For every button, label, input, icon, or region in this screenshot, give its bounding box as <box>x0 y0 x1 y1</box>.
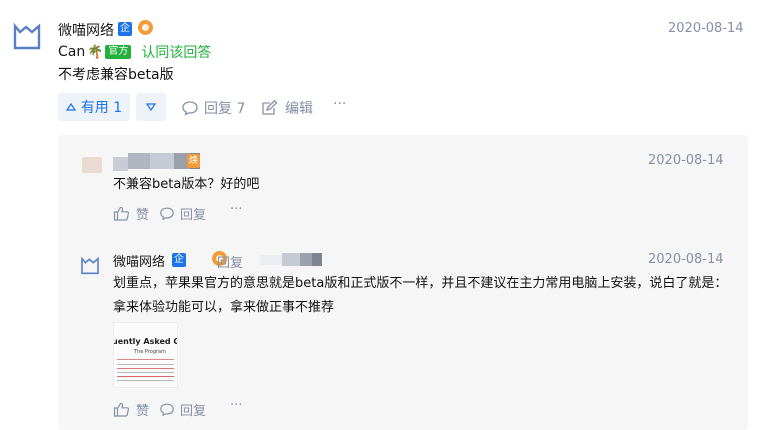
upvote-button[interactable]: 有用 1 <box>58 93 130 121</box>
endorse-line: Can 🌴 官方 认同该回答 <box>58 42 211 62</box>
reply-2-more-button[interactable]: ··· <box>230 398 242 413</box>
official-tag: 官方 <box>105 45 132 59</box>
reply-1-content: 不兼容beta版本？好的吧 <box>113 177 260 192</box>
reply-to-label: 回复 <box>217 256 244 271</box>
reply-2-content: 划重点，苹果果官方的意思就是beta版和正式版不一样，并且不建议在主力常用电脑上… <box>113 276 728 315</box>
reply-label: 回复 <box>180 208 207 223</box>
palm-tree-icon: 🌴 <box>87 44 104 60</box>
comment-date: 2020-08-14 <box>668 21 744 36</box>
reply-label: 回复 <box>180 404 207 419</box>
cat-logo-icon <box>81 256 99 275</box>
enterprise-badge: 企 <box>118 22 132 36</box>
enterprise-badge: 企 <box>172 253 186 267</box>
more-options-button[interactable]: ··· <box>333 96 346 112</box>
reply-1-like-button[interactable]: 赞 <box>113 204 149 223</box>
triangle-down-icon <box>146 103 156 111</box>
reply-1-date: 2020-08-14 <box>648 153 724 168</box>
reply-2-attached-image[interactable]: uently Asked Quest The Program <box>113 322 178 388</box>
author-name[interactable]: 微喵网络 <box>58 20 114 40</box>
reply-2-date: 2020-08-14 <box>648 252 724 267</box>
endorse-text: 认同该回答 <box>141 45 212 61</box>
like-label: 赞 <box>136 404 150 419</box>
endorser-name[interactable]: Can <box>58 44 85 60</box>
reply-1-tag: 焕 <box>187 154 201 168</box>
edit-pencil-icon <box>262 100 278 115</box>
upvote-label: 有用 1 <box>80 100 123 116</box>
comment-content: 不考虑兼容beta版 <box>58 67 174 83</box>
thumbs-up-icon <box>113 402 130 417</box>
triangle-up-icon <box>65 103 76 111</box>
reply-2-reply-button[interactable]: 回复 <box>159 400 206 419</box>
image-heading: uently Asked Quest <box>113 337 177 346</box>
reply-button[interactable]: 回复 7 <box>181 98 245 118</box>
cat-logo-icon <box>13 22 41 50</box>
reply-1-reply-button[interactable]: 回复 <box>159 204 206 223</box>
thumbs-up-icon <box>113 206 130 221</box>
like-label: 赞 <box>136 208 150 223</box>
reply-2-like-button[interactable]: 赞 <box>113 400 149 419</box>
edit-label: 编辑 <box>285 101 313 117</box>
downvote-button[interactable] <box>136 93 166 121</box>
medal-icon <box>138 20 153 35</box>
comment-bubble-icon <box>160 207 174 221</box>
edit-button[interactable]: 编辑 <box>261 98 313 118</box>
reply-1-avatar[interactable] <box>82 157 102 173</box>
comment-bubble-icon <box>160 403 174 417</box>
image-subheading: The Program <box>134 349 166 355</box>
reply-2-avatar[interactable] <box>80 256 100 276</box>
comment-bubble-icon <box>182 101 198 116</box>
reply-2-author-name[interactable]: 微喵网络 <box>113 251 165 270</box>
reply-label: 回复 7 <box>204 101 246 117</box>
reply-1-more-button[interactable]: ··· <box>230 202 242 217</box>
author-avatar[interactable] <box>12 22 42 52</box>
reply-to-target-redacted[interactable] <box>260 253 322 266</box>
